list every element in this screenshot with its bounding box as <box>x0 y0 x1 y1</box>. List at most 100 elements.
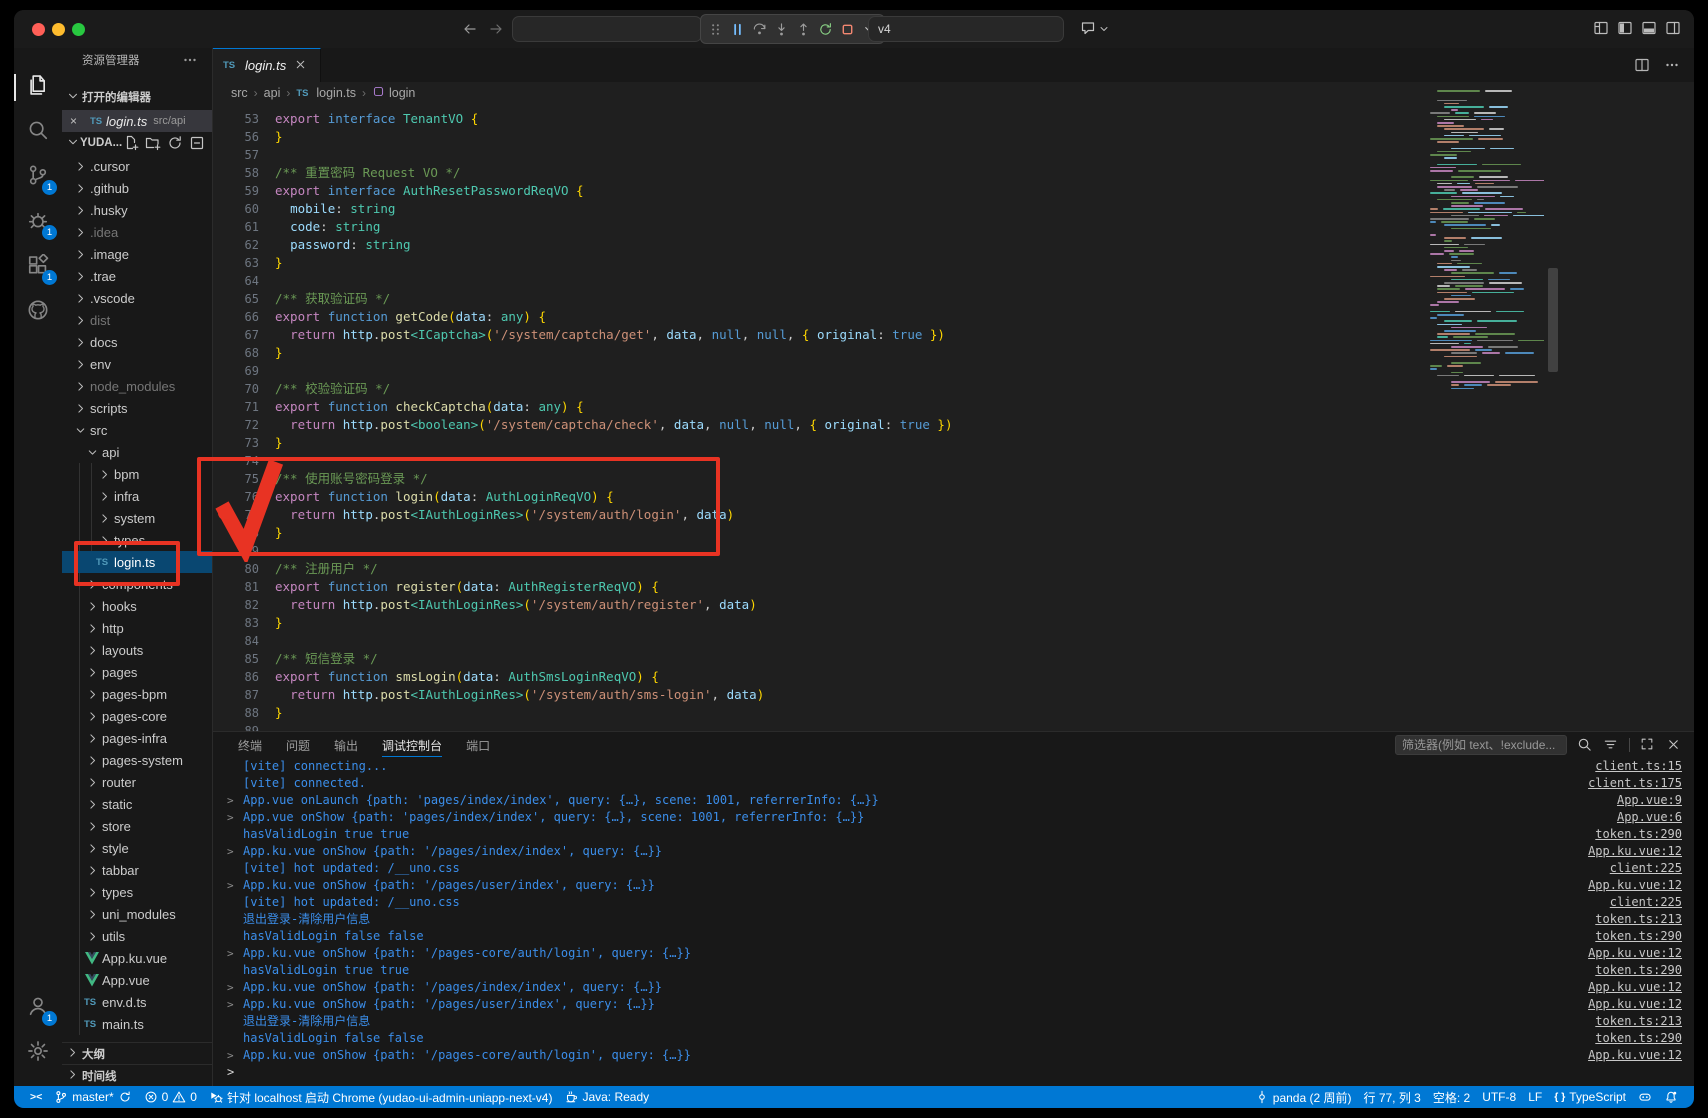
tree-item-.vscode[interactable]: .vscode <box>62 287 212 309</box>
source-link[interactable]: App.ku.vue:12 <box>1588 945 1694 962</box>
breadcrumb-item-src[interactable]: src <box>231 86 248 100</box>
expand-chevron-icon[interactable]: > <box>227 792 243 809</box>
tree-item-router[interactable]: router <box>62 771 212 793</box>
source-link[interactable]: App.ku.vue:12 <box>1588 979 1694 996</box>
panel-right-icon[interactable] <box>1665 20 1682 37</box>
activity-item-github[interactable] <box>14 290 62 335</box>
panel-tab-端口[interactable]: 端口 <box>457 732 499 758</box>
search-icon[interactable] <box>1577 737 1593 753</box>
tree-item-dist[interactable]: dist <box>62 309 212 331</box>
restart-icon[interactable] <box>817 21 834 38</box>
status-java-status[interactable]: Java: Ready <box>558 1086 655 1108</box>
project-root-row[interactable]: YUDA... <box>62 132 212 154</box>
console-row[interactable]: >App.ku.vue onShow {path: '/pages/index/… <box>213 979 1694 996</box>
console-row[interactable]: >App.ku.vue onShow {path: '/pages/user/i… <box>213 877 1694 894</box>
tree-item-.trae[interactable]: .trae <box>62 265 212 287</box>
expand-chevron-icon[interactable]: > <box>227 979 243 996</box>
source-link[interactable]: client.ts:175 <box>1588 775 1694 792</box>
panel-tab-终端[interactable]: 终端 <box>229 732 271 758</box>
tree-item-.image[interactable]: .image <box>62 243 212 265</box>
tree-item-hooks[interactable]: hooks <box>62 595 212 617</box>
source-link[interactable]: App.ku.vue:12 <box>1588 1047 1694 1064</box>
minimize-window-button[interactable] <box>52 23 65 36</box>
tree-item-env.d.ts[interactable]: TSenv.d.ts <box>62 991 212 1013</box>
command-center-search[interactable] <box>512 16 702 42</box>
tree-item-api[interactable]: api <box>62 441 212 463</box>
console-row[interactable]: >App.ku.vue onShow {path: '/pages/user/i… <box>213 996 1694 1013</box>
tree-item-uni_modules[interactable]: uni_modules <box>62 903 212 925</box>
tree-item-http[interactable]: http <box>62 617 212 639</box>
tree-item-App.ku.vue[interactable]: App.ku.vue <box>62 947 212 969</box>
console-row[interactable]: [vite] hot updated: /__uno.cssclient:225 <box>213 894 1694 911</box>
tree-item-infra[interactable]: infra <box>62 485 212 507</box>
stop-icon[interactable] <box>839 21 856 38</box>
console-row[interactable]: hasValidLogin true truetoken.ts:290 <box>213 826 1694 843</box>
console-row[interactable]: hasValidLogin false falsetoken.ts:290 <box>213 1030 1694 1047</box>
status-indentation[interactable]: 空格: 2 <box>1427 1086 1476 1108</box>
tree-item-env[interactable]: env <box>62 353 212 375</box>
source-link[interactable]: App.ku.vue:12 <box>1588 996 1694 1013</box>
source-link[interactable]: token.ts:213 <box>1595 911 1694 928</box>
console-row[interactable]: >App.ku.vue onShow {path: '/pages-core/a… <box>213 945 1694 962</box>
tree-item-layouts[interactable]: layouts <box>62 639 212 661</box>
status-debug-session[interactable]: 针对 localhost 启动 Chrome (yudao-ui-admin-u… <box>203 1086 558 1108</box>
step-into-icon[interactable] <box>773 21 790 38</box>
tree-item-.idea[interactable]: .idea <box>62 221 212 243</box>
status-problems[interactable]: 00 <box>138 1086 203 1108</box>
source-link[interactable]: token.ts:290 <box>1595 826 1694 843</box>
tree-item-pages-system[interactable]: pages-system <box>62 749 212 771</box>
expand-chevron-icon[interactable]: > <box>227 945 243 962</box>
source-link[interactable]: client.ts:15 <box>1595 758 1694 775</box>
step-out-icon[interactable] <box>795 21 812 38</box>
back-arrow-icon[interactable] <box>462 21 478 37</box>
activity-item-settings[interactable] <box>14 1031 62 1076</box>
status-language[interactable]: { }TypeScript <box>1548 1086 1632 1108</box>
source-link[interactable]: client:225 <box>1610 894 1694 911</box>
split-editor-icon[interactable] <box>1634 57 1650 73</box>
status-branch[interactable]: master* <box>48 1086 137 1108</box>
console-row[interactable]: >App.vue onLaunch {path: 'pages/index/in… <box>213 792 1694 809</box>
refresh-icon[interactable] <box>167 135 184 152</box>
console-output[interactable]: [vite] connecting...client.ts:15[vite] c… <box>213 758 1694 1087</box>
source-link[interactable]: token.ts:290 <box>1595 962 1694 979</box>
open-editors-section[interactable]: 打开的编辑器 <box>62 86 212 108</box>
command-center-project-box[interactable]: v4 <box>868 16 1064 42</box>
more-actions-icon[interactable] <box>1664 57 1680 73</box>
activity-item-source-control[interactable]: 1 <box>14 155 62 200</box>
tree-item-pages-bpm[interactable]: pages-bpm <box>62 683 212 705</box>
tree-item-docs[interactable]: docs <box>62 331 212 353</box>
step-over-icon[interactable] <box>751 21 768 38</box>
tree-item-node_modules[interactable]: node_modules <box>62 375 212 397</box>
expand-chevron-icon[interactable]: > <box>227 843 243 860</box>
new-file-icon[interactable] <box>123 135 140 152</box>
tree-item-components[interactable]: components <box>62 573 212 595</box>
panel-tab-调试控制台[interactable]: 调试控制台 <box>373 732 451 758</box>
source-link[interactable]: token.ts:290 <box>1595 928 1694 945</box>
tree-item-src[interactable]: src <box>62 419 212 441</box>
activity-item-search[interactable] <box>14 110 62 155</box>
status-remote[interactable]: >< <box>24 1086 48 1108</box>
console-row[interactable]: 退出登录-清除用户信息token.ts:213 <box>213 1013 1694 1030</box>
editor-scrollbar[interactable] <box>1548 268 1558 372</box>
console-row[interactable]: hasValidLogin false falsetoken.ts:290 <box>213 928 1694 945</box>
close-window-button[interactable] <box>32 23 45 36</box>
console-row[interactable]: [vite] connected.client.ts:175 <box>213 775 1694 792</box>
console-row[interactable]: 退出登录-清除用户信息token.ts:213 <box>213 911 1694 928</box>
expand-chevron-icon[interactable]: > <box>227 1047 243 1064</box>
tree-item-types[interactable]: types <box>62 529 212 551</box>
source-link[interactable]: client:225 <box>1610 860 1694 877</box>
tab-login-ts[interactable]: TS login.ts <box>213 48 321 82</box>
tree-item-static[interactable]: static <box>62 793 212 815</box>
panel-bottom-icon[interactable] <box>1641 20 1658 37</box>
activity-item-run-debug[interactable]: 1 <box>14 200 62 245</box>
expand-chevron-icon[interactable]: > <box>227 996 243 1013</box>
status-notifications[interactable] <box>1658 1086 1684 1108</box>
panel-left-icon[interactable] <box>1617 20 1634 37</box>
activity-item-explorer[interactable] <box>14 65 62 110</box>
forward-arrow-icon[interactable] <box>488 21 504 37</box>
breadcrumb-item-login.ts[interactable]: TSlogin.ts <box>296 86 356 100</box>
panel-tab-问题[interactable]: 问题 <box>277 732 319 758</box>
tree-item-utils[interactable]: utils <box>62 925 212 947</box>
new-folder-icon[interactable] <box>145 135 162 152</box>
expand-chevron-icon[interactable]: > <box>227 877 243 894</box>
